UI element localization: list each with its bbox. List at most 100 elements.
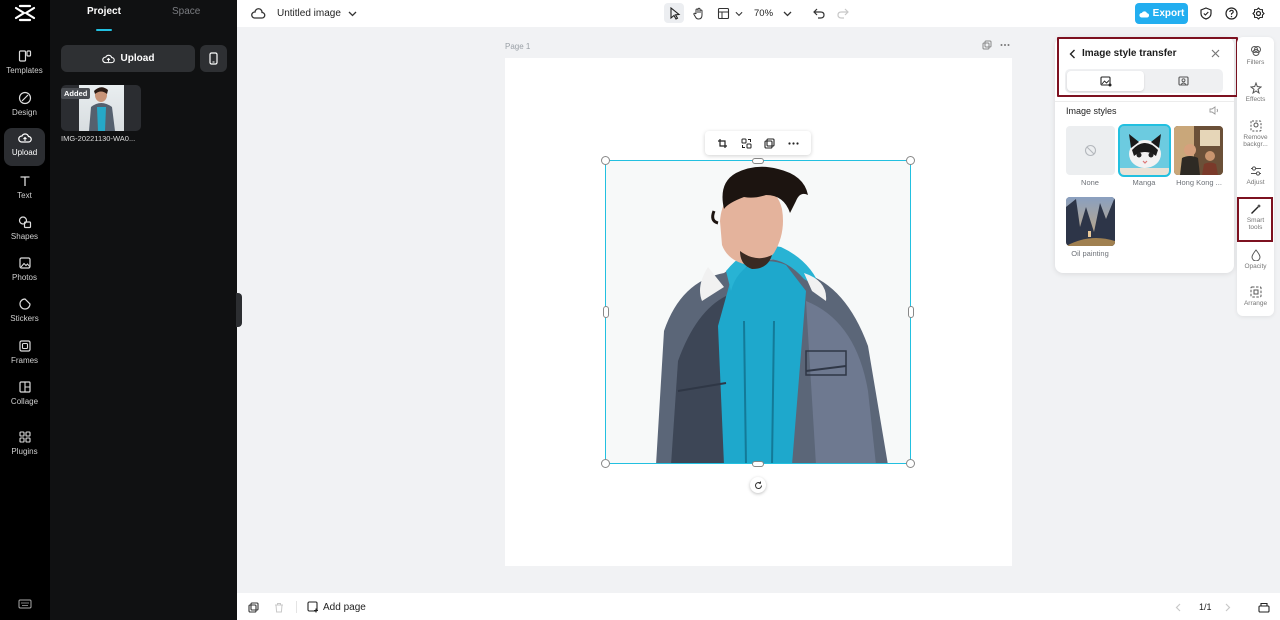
rail-item-plugins[interactable]: Plugins (4, 427, 45, 465)
rail-item-shapes[interactable]: Shapes (4, 212, 45, 250)
image-floating-toolbar (705, 131, 811, 155)
panel-divider (1055, 101, 1234, 102)
duplicate-page-icon[interactable] (982, 40, 992, 50)
resize-handle-w[interactable] (603, 306, 609, 318)
rail-label: Text (17, 191, 32, 200)
document-title[interactable]: Untitled image (277, 8, 341, 19)
rotate-handle[interactable] (750, 477, 766, 493)
phone-upload-button[interactable] (200, 45, 227, 72)
bottom-bar: Add page 1/1 (237, 593, 1280, 620)
tool-effects[interactable]: Effects (1237, 82, 1274, 103)
resize-handle-sw[interactable] (601, 459, 610, 468)
tool-label: Opacity (1244, 263, 1267, 270)
tool-smart-tools[interactable]: Smart tools (1237, 203, 1274, 231)
image-styles-heading: Image styles (1066, 106, 1117, 116)
sound-icon[interactable] (1209, 106, 1219, 115)
hand-tool-icon[interactable] (691, 6, 706, 21)
manga-style-portrait (606, 161, 910, 463)
tool-adjust[interactable]: Adjust (1237, 165, 1274, 186)
zoom-level[interactable]: 70% (754, 8, 773, 19)
collage-icon (18, 381, 31, 393)
rail-item-text[interactable]: Text (4, 171, 45, 209)
rail-item-collage[interactable]: Collage (4, 377, 45, 415)
tool-filters[interactable]: Filters (1237, 45, 1274, 66)
add-page-label: Add page (323, 601, 366, 613)
add-page-icon (307, 601, 318, 613)
pointer-tool-icon[interactable] (667, 6, 682, 21)
rail-label: Frames (10, 356, 39, 365)
upload-button[interactable]: Upload (61, 45, 195, 72)
smart-tools-icon (1250, 204, 1261, 214)
add-page-button[interactable]: Add page (307, 601, 366, 613)
asset-thumbnail[interactable]: Added (61, 85, 141, 131)
undo-icon[interactable] (811, 6, 826, 21)
zoom-chevron-down-icon[interactable] (780, 6, 795, 21)
help-icon[interactable] (1224, 6, 1239, 21)
redo-icon[interactable] (835, 6, 850, 21)
tool-remove-background[interactable]: Remove backgr... (1237, 120, 1274, 148)
tool-label: Effects (1245, 96, 1266, 103)
rail-item-photos[interactable]: Photos (4, 253, 45, 291)
style-mode-toggle (1065, 69, 1223, 93)
resize-handle-e[interactable] (908, 306, 914, 318)
tab-project[interactable]: Project (87, 6, 121, 17)
selected-image[interactable] (605, 160, 911, 464)
rail-item-upload[interactable]: Upload (4, 128, 45, 166)
image-style-mode-tab[interactable] (1067, 71, 1144, 91)
remove-background-icon (1250, 120, 1261, 132)
rail-item-templates[interactable]: Templates (4, 46, 45, 84)
tool-label: Arrange (1243, 300, 1268, 307)
tool-opacity[interactable]: Opacity (1237, 249, 1274, 270)
capcut-logo-icon[interactable] (14, 4, 36, 22)
trash-icon[interactable] (274, 602, 284, 613)
rail-label: Stickers (10, 314, 39, 323)
style-manga[interactable] (1118, 124, 1171, 177)
duplicate-icon[interactable] (764, 137, 775, 149)
keyboard-icon[interactable] (18, 597, 32, 609)
style-oil-painting[interactable] (1066, 197, 1115, 246)
prev-page-icon[interactable] (1175, 603, 1181, 612)
active-tab-indicator (96, 29, 112, 31)
tab-space[interactable]: Space (172, 6, 200, 17)
close-icon[interactable] (1211, 49, 1220, 58)
tool-label: Filters (1246, 59, 1265, 66)
design-icon (18, 91, 31, 105)
crop-icon[interactable] (717, 138, 728, 149)
resize-handle-ne[interactable] (906, 156, 915, 165)
replace-icon[interactable] (741, 138, 752, 149)
rail-item-frames[interactable]: Frames (4, 336, 45, 374)
image-style-transfer-panel: Image style transfer Image styles None M… (1055, 37, 1234, 273)
resize-handle-se[interactable] (906, 459, 915, 468)
more-options-icon[interactable] (1000, 40, 1010, 50)
character-style-mode-tab[interactable] (1145, 71, 1222, 91)
back-arrow-icon[interactable] (1069, 49, 1076, 59)
page-manager-icon[interactable] (1258, 602, 1270, 613)
chevron-down-icon[interactable] (345, 6, 360, 21)
rail-label: Shapes (10, 232, 39, 241)
tool-arrange[interactable]: Arrange (1237, 286, 1274, 307)
rail-item-stickers[interactable]: Stickers (4, 294, 45, 332)
opacity-icon (1250, 249, 1261, 261)
settings-gear-icon[interactable] (1251, 6, 1266, 21)
shield-icon[interactable] (1198, 6, 1213, 21)
cloud-save-icon[interactable] (251, 6, 266, 21)
no-style-icon (1084, 144, 1097, 157)
export-button[interactable]: Export (1135, 3, 1188, 24)
shapes-icon (18, 216, 31, 229)
layers-icon[interactable] (248, 602, 259, 613)
rotate-icon (754, 481, 762, 489)
style-none[interactable] (1066, 126, 1115, 175)
rail-label: Photos (12, 273, 37, 282)
resize-handle-n[interactable] (752, 158, 764, 164)
layout-icon[interactable] (716, 6, 731, 21)
image-style-icon (1099, 75, 1111, 86)
resize-handle-nw[interactable] (601, 156, 610, 165)
layout-chevron-down-icon[interactable] (731, 6, 746, 21)
resize-handle-s[interactable] (752, 461, 764, 467)
rail-item-design[interactable]: Design (4, 88, 45, 126)
more-icon[interactable] (788, 138, 799, 149)
panel-collapse-handle[interactable] (236, 293, 242, 327)
style-hong-kong[interactable] (1174, 126, 1223, 175)
hong-kong-style-thumbnail (1174, 126, 1223, 175)
next-page-icon[interactable] (1225, 603, 1231, 612)
